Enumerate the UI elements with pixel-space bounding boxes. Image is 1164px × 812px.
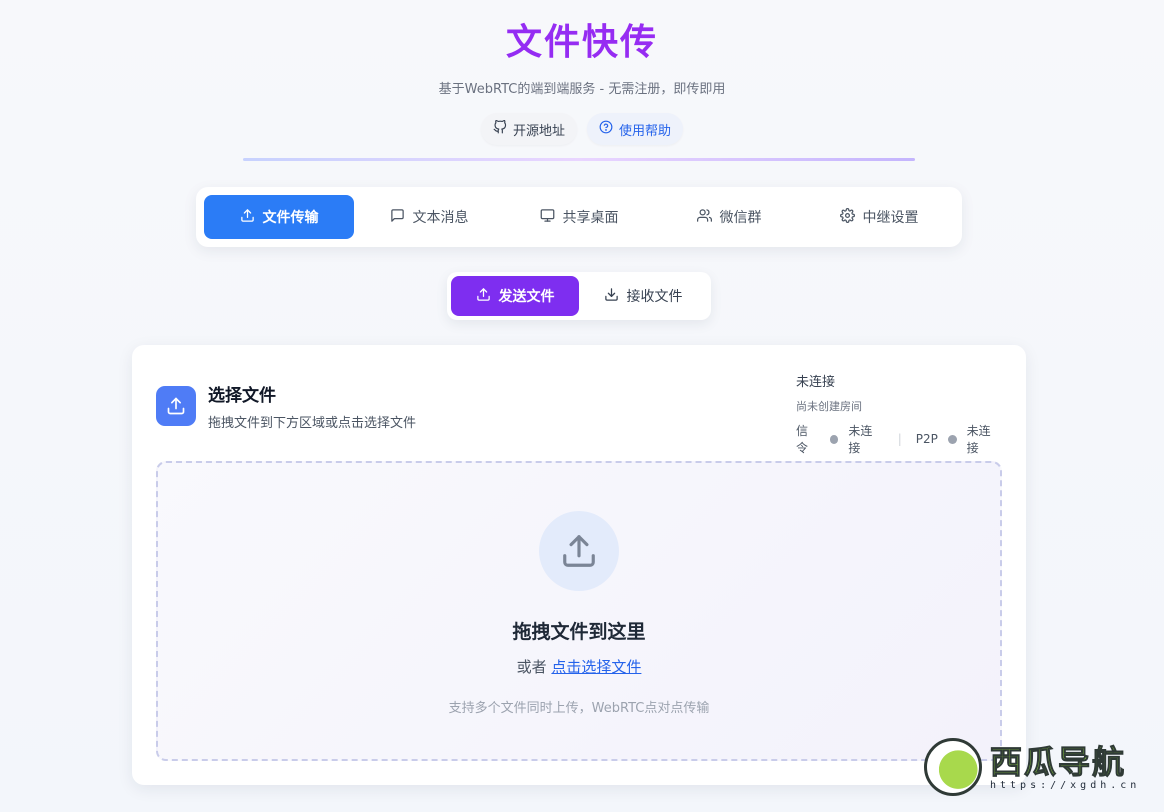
card-description: 拖拽文件到下方区域或点击选择文件 (208, 416, 417, 431)
main-tabs: 文件传输 文本消息 共享桌面 微信群 中继设置 (196, 187, 962, 247)
room-status: 尚未创建房间 (796, 400, 862, 413)
help-circle-icon (599, 120, 613, 138)
transfer-mode-tabs: 发送文件 接收文件 (447, 272, 711, 320)
tab-label: 微信群 (719, 210, 762, 226)
header-divider (243, 158, 915, 161)
download-icon (604, 287, 619, 306)
tab-file-transfer[interactable]: 文件传输 (204, 195, 354, 239)
users-icon (696, 208, 712, 227)
watermark: 西瓜导航 https://xgdh.cn (924, 738, 1140, 796)
receive-file-label: 接收文件 (626, 289, 683, 305)
watermark-name: 西瓜导航 (989, 742, 1127, 781)
status-row: 信令 未连接 | P2P 未连接 (796, 422, 1002, 456)
signal-status-dot (829, 434, 839, 444)
signal-label: 信令 (796, 424, 809, 455)
watermelon-logo-icon (924, 738, 982, 796)
help-link[interactable]: 使用帮助 (587, 113, 684, 145)
github-link-label: 开源地址 (512, 123, 565, 139)
message-icon (390, 208, 405, 227)
send-file-button[interactable]: 发送文件 (451, 276, 579, 316)
header-links: 开源地址 使用帮助 (0, 113, 1164, 145)
connection-status-main: 未连接 (796, 375, 836, 390)
file-select-card: 选择文件 拖拽文件到下方区域或点击选择文件 未连接 尚未创建房间 信令 未连接 … (132, 345, 1026, 785)
connection-status: 未连接 尚未创建房间 信令 未连接 | P2P 未连接 (796, 371, 1002, 456)
github-link[interactable]: 开源地址 (480, 113, 577, 145)
tab-label: 共享桌面 (562, 210, 619, 226)
p2p-label: P2P (915, 432, 938, 446)
page-title: 文件快传 (0, 20, 1164, 66)
card-title: 选择文件 (208, 386, 276, 406)
page: 文件快传 基于WebRTC的端到端服务 - 无需注册，即传即用 开源地址 使用帮… (0, 0, 1164, 812)
file-drop-zone[interactable]: 拖拽文件到这里 或者 点击选择文件 支持多个文件同时上传，WebRTC点对点传输 (156, 461, 1002, 761)
card-header: 选择文件 拖拽文件到下方区域或点击选择文件 (156, 381, 416, 431)
tab-label: 文本消息 (412, 210, 469, 226)
header: 文件快传 基于WebRTC的端到端服务 - 无需注册，即传即用 开源地址 使用帮… (0, 0, 1164, 145)
watermark-url: https://xgdh.cn (990, 779, 1141, 791)
drop-zone-alt: 或者 点击选择文件 (158, 656, 1000, 677)
drop-zone-note: 支持多个文件同时上传，WebRTC点对点传输 (448, 701, 710, 716)
p2p-status: 未连接 (966, 424, 991, 455)
send-file-label: 发送文件 (498, 289, 555, 305)
tab-share-desktop[interactable]: 共享桌面 (504, 195, 654, 239)
choose-file-link[interactable]: 点击选择文件 (551, 658, 641, 676)
upload-icon (476, 287, 491, 306)
drop-or-text: 或者 (516, 658, 547, 676)
receive-file-button[interactable]: 接收文件 (579, 276, 707, 316)
upload-icon (539, 511, 619, 591)
drop-zone-title: 拖拽文件到这里 (512, 621, 646, 643)
upload-icon (156, 386, 196, 426)
tab-label: 中继设置 (862, 210, 919, 226)
upload-icon (240, 208, 255, 227)
tab-relay-settings[interactable]: 中继设置 (804, 195, 954, 239)
page-subtitle: 基于WebRTC的端到端服务 - 无需注册，即传即用 (438, 82, 726, 97)
tab-text-message[interactable]: 文本消息 (354, 195, 504, 239)
gear-icon (839, 207, 855, 227)
status-separator: | (897, 432, 902, 446)
card-heading: 选择文件 拖拽文件到下方区域或点击选择文件 (208, 381, 416, 431)
help-link-label: 使用帮助 (619, 123, 672, 139)
monitor-icon (540, 208, 555, 227)
signal-status: 未连接 (848, 424, 873, 455)
watermark-text: 西瓜导航 https://xgdh.cn (989, 742, 1141, 791)
tab-wechat-group[interactable]: 微信群 (654, 195, 804, 239)
tab-label: 文件传输 (262, 210, 319, 226)
p2p-status-dot (947, 434, 957, 444)
github-icon (493, 119, 507, 138)
